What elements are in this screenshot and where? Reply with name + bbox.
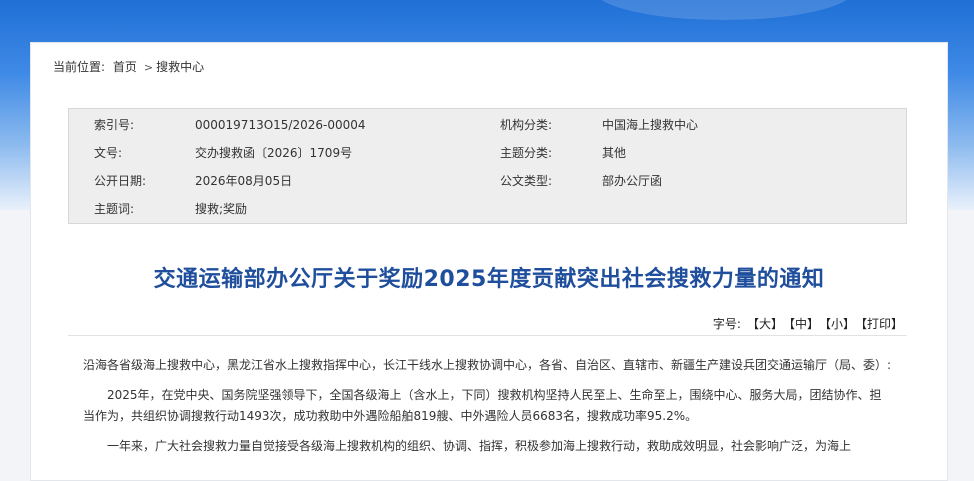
font-large-button[interactable]: 【大】 bbox=[747, 317, 783, 331]
keywords-value: 搜救;奖励 bbox=[195, 202, 248, 216]
index-label: 索引号: bbox=[94, 118, 135, 132]
index-value: 000019713O15/2026-00004 bbox=[195, 118, 366, 132]
document-body: 沿海各省级海上搜救中心，黑龙江省水上搜救指挥中心，长江干线水上搜救协调中心，各省… bbox=[83, 355, 893, 466]
body-paragraph: 一年来，广大社会搜救力量自觉接受各级海上搜救机构的组织、协调、指挥，积极参加海上… bbox=[107, 439, 852, 453]
document-metadata-table: 索引号: 000019713O15/2026-00004 机构分类: 中国海上搜… bbox=[68, 108, 907, 224]
breadcrumb-label: 当前位置: bbox=[53, 60, 106, 74]
font-small-button[interactable]: 【小】 bbox=[825, 317, 855, 331]
org-category-label: 机构分类: bbox=[500, 118, 553, 132]
metadata-row: 主题词: 搜救;奖励 bbox=[69, 196, 906, 222]
doc-number-value: 交办搜救函〔2026〕1709号 bbox=[195, 146, 353, 160]
font-size-controls: 字号: 【大】 【中】 【小】 【打印】 bbox=[713, 315, 903, 332]
org-category-value: 中国海上搜救中心 bbox=[602, 118, 699, 132]
doc-type-label: 公文类型: bbox=[500, 174, 553, 188]
doc-type-value: 部办公厅函 bbox=[602, 174, 663, 188]
font-size-label: 字号: bbox=[712, 317, 741, 331]
content-panel: 当前位置: 首页 > 搜救中心 索引号: 000019713O15/2026-000… bbox=[30, 42, 948, 481]
breadcrumb-home-link[interactable]: 首页 bbox=[113, 60, 137, 74]
breadcrumb-current-link[interactable]: 搜救中心 bbox=[156, 60, 204, 74]
breadcrumb: 当前位置: 首页 > 搜救中心 bbox=[53, 58, 208, 75]
metadata-row: 文号: 交办搜救函〔2026〕1709号 主题分类: 其他 bbox=[69, 140, 906, 166]
doc-number-label: 文号: bbox=[94, 146, 123, 160]
body-paragraph: 2025年，在党中央、国务院坚强领导下，全国各级海上（含水上，下同）搜救机构坚持… bbox=[83, 388, 882, 423]
topic-category-label: 主题分类: bbox=[500, 146, 553, 160]
breadcrumb-separator: > bbox=[143, 61, 154, 74]
document-title: 交通运输部办公厅关于奖励2025年度贡献突出社会搜救力量的通知 bbox=[153, 267, 825, 292]
print-button[interactable]: 【打印】 bbox=[861, 317, 903, 331]
publish-date-label: 公开日期: bbox=[94, 174, 147, 188]
topic-category-value: 其他 bbox=[602, 146, 627, 160]
publish-date-value: 2026年08月05日 bbox=[195, 174, 293, 188]
body-paragraph: 沿海各省级海上搜救中心，黑龙江省水上搜救指挥中心，长江干线水上搜救协调中心，各省… bbox=[83, 358, 892, 372]
keywords-label: 主题词: bbox=[94, 202, 135, 216]
metadata-row: 公开日期: 2026年08月05日 公文类型: 部办公厅函 bbox=[69, 168, 906, 194]
font-medium-button[interactable]: 【中】 bbox=[789, 317, 819, 331]
metadata-row: 索引号: 000019713O15/2026-00004 机构分类: 中国海上搜… bbox=[69, 112, 906, 138]
title-divider bbox=[68, 335, 907, 336]
